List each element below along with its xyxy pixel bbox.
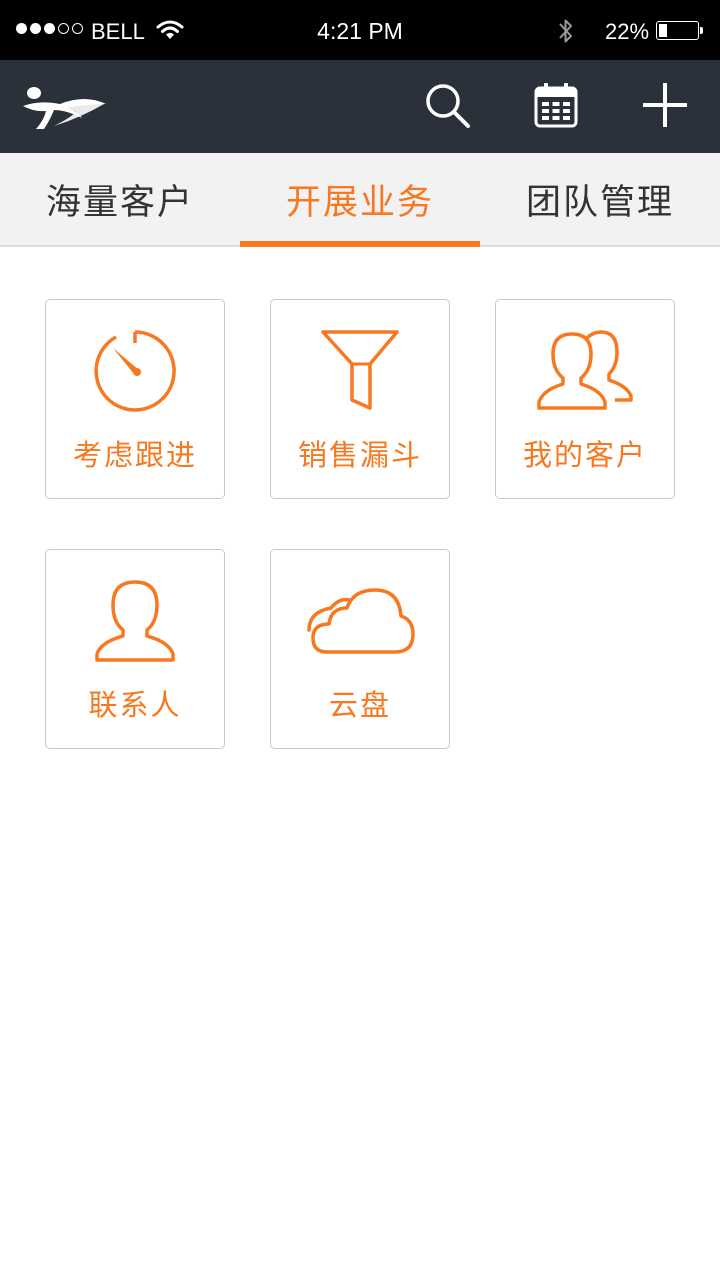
contacts-tile[interactable]: 联系人 [45,549,225,749]
tile-label: 考虑跟进 [72,438,197,472]
tab-bar: 海量客户 开展业务 团队管理 [0,153,720,247]
cloud-drive-tile[interactable]: 云盘 [270,549,450,749]
search-icon [423,81,471,133]
tile-label: 云盘 [328,688,391,722]
sales-funnel-tile[interactable]: 销售漏斗 [270,299,450,499]
tile-label: 我的客户 [522,438,647,472]
tab-tuandui-guanli[interactable]: 团队管理 [480,153,720,245]
battery-tip [700,27,703,34]
follow-up-tile[interactable]: 考虑跟进 [45,299,225,499]
tab-kaizhan-yewu[interactable]: 开展业务 [240,153,480,247]
battery-percent: 22% [605,19,650,44]
app-header [0,60,720,153]
status-bar: BELL 4:21 PM 22% [0,0,720,60]
add-button[interactable] [640,82,690,132]
funnel-icon [320,328,400,418]
tile-label: 联系人 [88,688,182,722]
search-button[interactable] [422,82,472,132]
brand-logo-icon[interactable] [20,82,108,136]
person-icon [93,578,177,668]
battery-icon [656,21,699,40]
my-customers-tile[interactable]: 我的客户 [495,299,675,499]
bluetooth-icon [556,16,576,52]
cloud-icon [305,586,415,660]
plus-icon [641,81,689,133]
tile-label: 销售漏斗 [297,438,422,472]
calendar-icon [533,81,579,133]
people-icon [535,328,635,418]
tab-hailiang-kehu[interactable]: 海量客户 [0,153,240,245]
timer-icon [92,328,178,418]
calendar-button[interactable] [531,82,581,132]
